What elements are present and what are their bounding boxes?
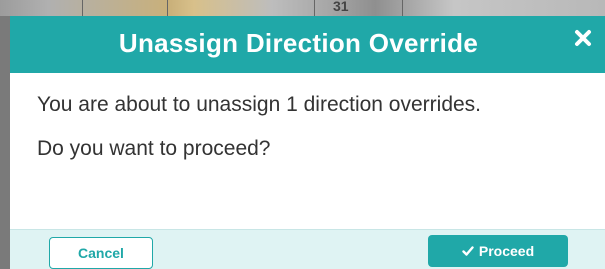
dialog-message-line1: You are about to unassign 1 direction ov… [37,93,482,116]
dialog-body: You are about to unassign 1 direction ov… [10,73,605,228]
cancel-button[interactable]: Cancel [49,237,153,269]
dialog-header: Unassign Direction Override [10,16,605,73]
dialog-footer: Cancel Proceed [10,229,605,269]
proceed-button[interactable]: Proceed [428,235,568,267]
background-partial-text: 31 [333,0,349,14]
dialog-title: Unassign Direction Override [118,28,479,58]
background-app-strip: 31 [0,0,605,16]
cancel-button-label: Cancel [78,245,124,261]
proceed-button-label: Proceed [478,243,535,259]
unassign-direction-override-dialog: Unassign Direction Override You are abou… [10,16,605,269]
close-icon[interactable] [571,26,595,50]
dialog-message-line2: Do you want to proceed? [37,137,271,160]
check-icon [462,245,474,257]
